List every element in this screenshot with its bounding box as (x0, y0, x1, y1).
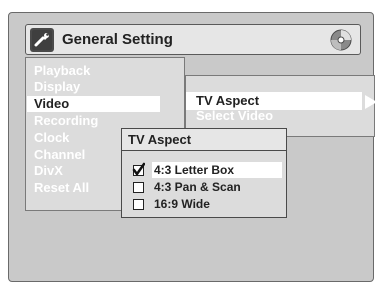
option-letter-box[interactable]: 4:3 Letter Box (130, 162, 282, 178)
arrow-right-icon (365, 95, 377, 109)
dvd-setup-screen: General Setting Playback Display Video R… (8, 12, 377, 282)
option-pan-scan[interactable]: 4:3 Pan & Scan (130, 179, 282, 195)
option-label: 4:3 Pan & Scan (154, 180, 241, 194)
menu-item-video[interactable]: Video (27, 96, 160, 112)
wrench-icon (30, 28, 54, 52)
popup-title: TV Aspect (122, 129, 286, 151)
option-wide[interactable]: 16:9 Wide (130, 196, 282, 212)
checkbox[interactable] (133, 182, 144, 193)
option-label: 16:9 Wide (154, 197, 210, 211)
submenu-item-tv-aspect[interactable]: TV Aspect (196, 93, 259, 109)
option-label: 4:3 Letter Box (154, 163, 235, 177)
tv-aspect-popup: TV Aspect 4:3 Letter Box 4:3 Pan & Scan … (121, 128, 287, 218)
submenu-item-select-video[interactable]: Select Video (196, 108, 273, 124)
checkmark-icon (131, 162, 146, 177)
menu-item-display[interactable]: Display (27, 79, 160, 95)
title-bar: General Setting (25, 24, 361, 55)
checkbox[interactable] (133, 199, 144, 210)
menu-item-recording[interactable]: Recording (27, 113, 160, 129)
page-title: General Setting (62, 31, 173, 48)
disc-icon (330, 29, 352, 51)
menu-item-playback[interactable]: Playback (27, 63, 160, 79)
